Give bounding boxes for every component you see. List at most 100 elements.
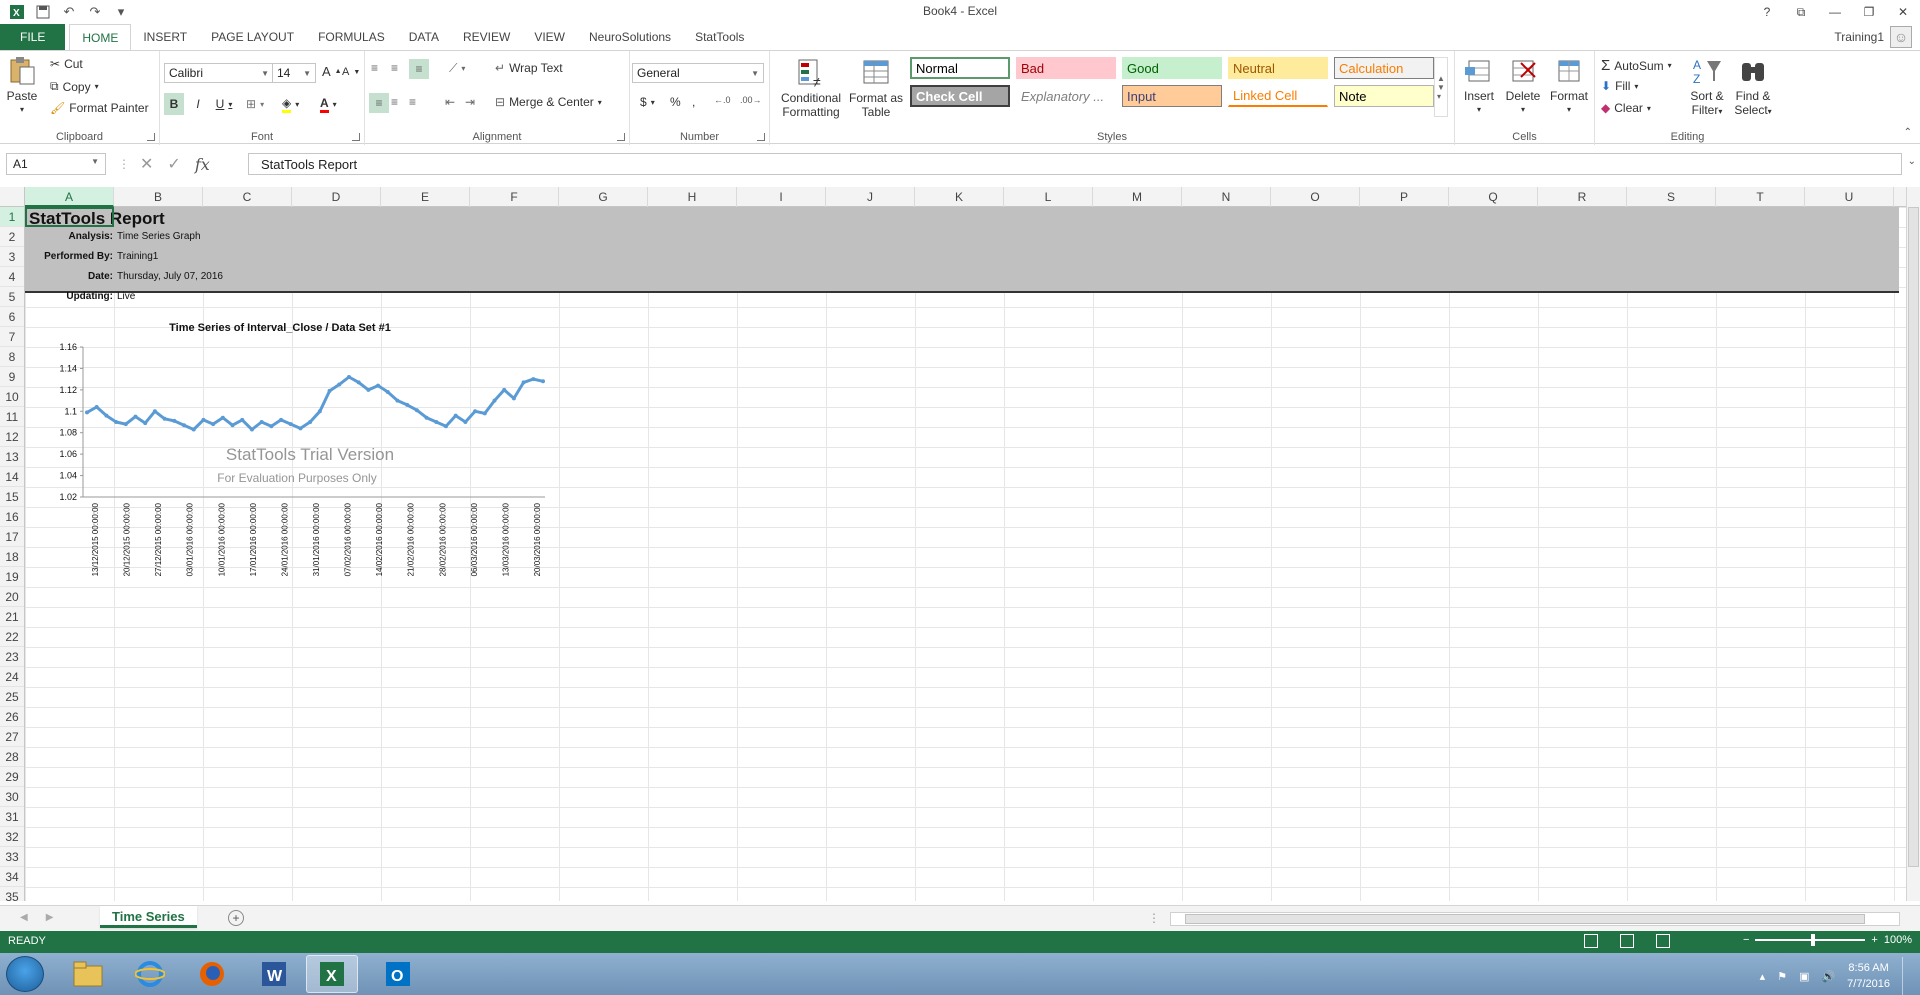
show-desktop-button[interactable]: [1902, 957, 1912, 995]
shrink-font-icon[interactable]: A ▼: [342, 66, 360, 78]
network-icon[interactable]: ▣: [1799, 970, 1809, 983]
borders-icon[interactable]: ⊞ ▾: [246, 93, 264, 115]
undo-icon[interactable]: ↶: [58, 2, 80, 22]
row-header[interactable]: 34: [0, 867, 24, 887]
tab-file[interactable]: FILE: [0, 24, 66, 50]
cell-style-note[interactable]: Note: [1334, 85, 1434, 107]
row-header[interactable]: 23: [0, 647, 24, 667]
row-header[interactable]: 18: [0, 547, 24, 567]
column-header[interactable]: K: [915, 187, 1004, 207]
tab-neurosolutions[interactable]: NeuroSolutions: [577, 24, 683, 50]
comma-icon[interactable]: ,: [692, 95, 695, 109]
font-size-select[interactable]: 14 ▼: [272, 63, 316, 83]
start-button[interactable]: [6, 956, 44, 992]
currency-icon[interactable]: $ ▾: [640, 95, 655, 109]
sheet-tab-time-series[interactable]: Time Series: [100, 906, 197, 928]
number-launcher-icon[interactable]: [757, 133, 765, 141]
row-header[interactable]: 4: [0, 267, 24, 287]
cell-style-neutral[interactable]: Neutral: [1228, 57, 1328, 79]
column-header[interactable]: S: [1627, 187, 1716, 207]
name-box[interactable]: A1 ▼: [6, 153, 106, 175]
cancel-entry-icon[interactable]: ✕: [140, 154, 153, 174]
row-header[interactable]: 6: [0, 307, 24, 327]
fill-color-icon[interactable]: ◈ ▾: [282, 93, 299, 115]
zoom-slider[interactable]: [1755, 934, 1866, 946]
italic-button[interactable]: I: [188, 93, 208, 115]
row-header[interactable]: 14: [0, 467, 24, 487]
percent-icon[interactable]: %: [670, 95, 681, 109]
zoom-slider-knob[interactable]: [1811, 934, 1816, 946]
column-header[interactable]: H: [648, 187, 737, 207]
row-header[interactable]: 31: [0, 807, 24, 827]
avatar[interactable]: ☺: [1890, 26, 1912, 48]
collapse-ribbon-icon[interactable]: ⌃: [1904, 127, 1912, 138]
row-header[interactable]: 29: [0, 767, 24, 787]
cell-style-bad[interactable]: Bad: [1016, 57, 1116, 79]
cell-style-input[interactable]: Input: [1122, 85, 1222, 107]
underline-button[interactable]: U ▾: [210, 93, 238, 115]
column-header[interactable]: C: [203, 187, 292, 207]
decrease-decimal-icon[interactable]: .00→: [740, 95, 762, 105]
align-center-icon[interactable]: ≡: [391, 95, 398, 109]
row-header[interactable]: 20: [0, 587, 24, 607]
row-header[interactable]: 8: [0, 347, 24, 367]
expand-formula-bar-icon[interactable]: ⌄: [1908, 156, 1916, 167]
column-header[interactable]: N: [1182, 187, 1271, 207]
row-header[interactable]: 7: [0, 327, 24, 347]
row-header[interactable]: 16: [0, 507, 24, 527]
number-format-select[interactable]: General ▼: [632, 63, 764, 83]
align-right-icon[interactable]: ≡: [409, 95, 416, 109]
fill-button[interactable]: ⬇ Fill ▾: [1601, 79, 1638, 93]
confirm-entry-icon[interactable]: ✓: [167, 154, 180, 174]
insert-function-button[interactable]: fx: [195, 155, 210, 174]
row-header[interactable]: 35: [0, 887, 24, 901]
column-header[interactable]: J: [826, 187, 915, 207]
cell-style-explanatory[interactable]: Explanatory ...: [1016, 85, 1116, 107]
active-cell-a1[interactable]: [25, 207, 114, 227]
tab-data[interactable]: DATA: [397, 24, 451, 50]
help-button[interactable]: ?: [1750, 0, 1784, 24]
middle-align-icon[interactable]: ≡: [391, 61, 398, 75]
column-header[interactable]: M: [1093, 187, 1182, 207]
column-header[interactable]: P: [1360, 187, 1449, 207]
column-header[interactable]: F: [470, 187, 559, 207]
delete-cells-button[interactable]: Delete ▾: [1503, 55, 1543, 117]
normal-view-icon[interactable]: [1584, 934, 1598, 948]
account[interactable]: Training1 ☺: [1834, 26, 1912, 48]
show-hidden-icons[interactable]: ▴: [1760, 970, 1766, 983]
row-header[interactable]: 11: [0, 407, 24, 427]
cell-style-linked-cell[interactable]: Linked Cell: [1228, 85, 1328, 107]
zoom-level[interactable]: 100%: [1884, 934, 1912, 946]
wrap-text-button[interactable]: ↵ Wrap Text: [495, 61, 563, 75]
top-align-icon[interactable]: ≡: [371, 61, 378, 75]
insert-cells-button[interactable]: Insert ▾: [1459, 55, 1499, 117]
select-all-corner[interactable]: [0, 187, 25, 207]
internet-explorer-icon[interactable]: [124, 955, 176, 993]
volume-icon[interactable]: 🔊: [1821, 970, 1835, 983]
increase-indent-icon[interactable]: ⇥: [465, 95, 475, 109]
format-as-table-button[interactable]: Format as Table: [848, 57, 904, 119]
align-left-icon[interactable]: ≡: [369, 93, 389, 113]
horizontal-scroll-thumb[interactable]: [1185, 914, 1865, 924]
styles-gallery-scroll[interactable]: ▲ ▼ ▾: [1434, 57, 1448, 117]
horizontal-scrollbar[interactable]: [1170, 912, 1900, 926]
file-explorer-icon[interactable]: [62, 955, 114, 993]
restore-button[interactable]: ❐: [1852, 0, 1886, 24]
row-header[interactable]: 30: [0, 787, 24, 807]
increase-decimal-icon[interactable]: ←.0: [714, 95, 731, 105]
tab-stattools[interactable]: StatTools: [683, 24, 756, 50]
cell-style-check-cell[interactable]: Check Cell: [910, 85, 1010, 107]
row-header[interactable]: 26: [0, 707, 24, 727]
customize-qat-icon[interactable]: ▾: [110, 2, 132, 22]
column-header[interactable]: T: [1716, 187, 1805, 207]
clock[interactable]: 8:56 AM 7/7/2016: [1847, 960, 1890, 992]
paste-button[interactable]: Paste ▾: [6, 55, 38, 117]
sort-filter-button[interactable]: AZ Sort & Filter▾: [1687, 55, 1727, 119]
zoom-out-icon[interactable]: −: [1743, 934, 1749, 946]
column-header[interactable]: I: [737, 187, 826, 207]
autosum-button[interactable]: Σ AutoSum ▾: [1601, 57, 1672, 74]
row-header[interactable]: 1: [0, 207, 24, 227]
time-series-chart[interactable]: Time Series of Interval_Close / Data Set…: [25, 317, 545, 652]
vertical-scrollbar[interactable]: [1906, 187, 1920, 901]
row-header[interactable]: 5: [0, 287, 24, 307]
